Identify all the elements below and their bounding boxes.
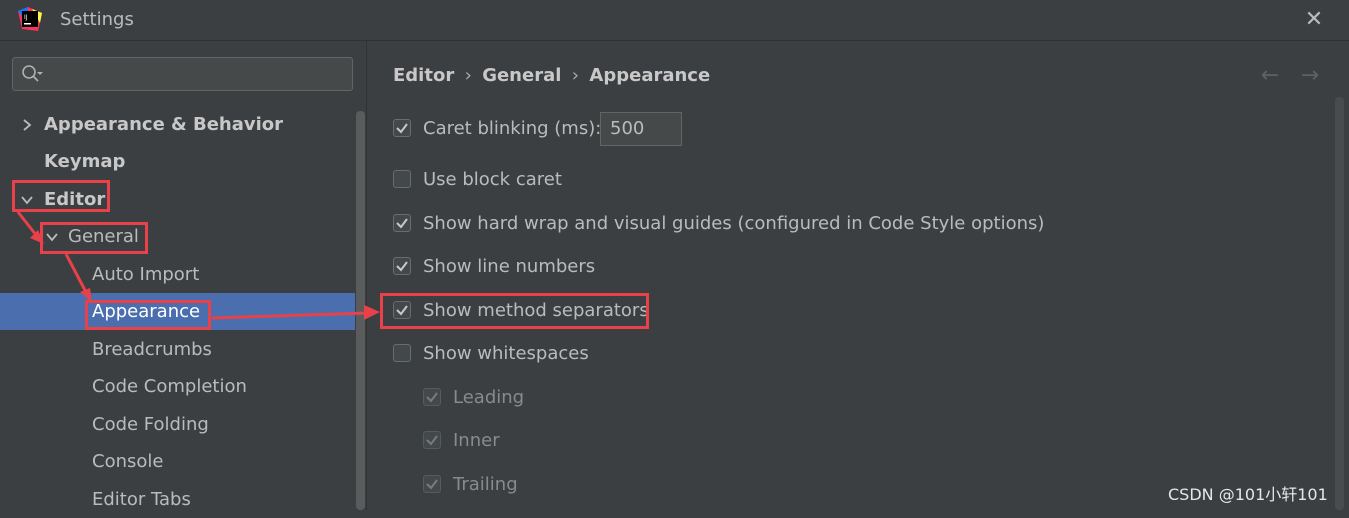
settings-content: Editor › General › Appearance ← → Caret blin… <box>367 41 1349 510</box>
line-numbers-checkbox[interactable] <box>393 257 411 275</box>
breadcrumb-separator: › <box>464 65 472 86</box>
checkmark-icon <box>426 479 438 490</box>
settings-sidebar: Appearance & Behavior Keymap Editor Gene… <box>0 41 367 510</box>
whitespaces-checkbox[interactable] <box>393 344 411 362</box>
breadcrumb-appearance: Appearance <box>589 65 711 86</box>
tree-item-label: Editor Tabs <box>92 489 191 510</box>
caret-blinking-ms-input[interactable]: 500 <box>600 112 682 146</box>
inner-checkbox[interactable] <box>423 431 441 449</box>
annotation-box-method-separators <box>380 293 649 329</box>
checkmark-icon <box>396 123 408 134</box>
tree-item-label: Breadcrumbs <box>92 339 212 360</box>
annotation-box-general <box>40 222 148 254</box>
tree-item-appearance-behavior[interactable]: Appearance & Behavior <box>0 106 355 143</box>
leading-label: Leading <box>453 387 525 408</box>
leading-checkbox[interactable] <box>423 388 441 406</box>
trailing-checkbox[interactable] <box>423 475 441 493</box>
block-caret-checkbox[interactable] <box>393 170 411 188</box>
hard-wrap-label: Show hard wrap and visual guides (config… <box>423 213 1045 234</box>
tree-item-label: Console <box>92 451 164 472</box>
content-scrollbar[interactable] <box>1335 97 1344 510</box>
breadcrumb-general[interactable]: General <box>482 65 561 86</box>
search-icon[interactable] <box>21 64 43 84</box>
inner-label: Inner <box>453 430 500 451</box>
tree-item-code-completion[interactable]: Code Completion <box>0 368 355 405</box>
window-title: Settings <box>60 9 134 30</box>
search-box[interactable] <box>12 57 353 91</box>
annotation-box-appearance <box>85 300 211 330</box>
title-bar: IJ Settings ✕ <box>0 0 1349 41</box>
tree-item-console[interactable]: Console <box>0 443 355 480</box>
tree-item-editor-tabs[interactable]: Editor Tabs <box>0 481 355 518</box>
line-numbers-label: Show line numbers <box>423 256 596 277</box>
checkmark-icon <box>396 261 408 272</box>
tree-item-label: Keymap <box>44 151 126 172</box>
watermark: CSDN @101小轩101 <box>1168 485 1328 504</box>
tree-item-keymap[interactable]: Keymap <box>0 143 355 180</box>
breadcrumb-editor[interactable]: Editor <box>393 65 454 86</box>
forward-arrow-icon[interactable]: → <box>1297 63 1323 89</box>
checkmark-icon <box>426 435 438 446</box>
svg-text:IJ: IJ <box>24 14 28 21</box>
annotation-box-editor <box>12 180 110 212</box>
tree-item-label: Appearance & Behavior <box>44 114 284 135</box>
caret-blinking-checkbox[interactable] <box>393 119 411 137</box>
tree-item-breadcrumbs[interactable]: Breadcrumbs <box>0 331 355 368</box>
breadcrumb: Editor › General › Appearance <box>393 65 710 86</box>
tree-item-label: Code Folding <box>92 414 209 435</box>
tree-item-label: Code Completion <box>92 376 247 397</box>
chevron-right-icon[interactable] <box>20 118 34 132</box>
close-button[interactable]: ✕ <box>1300 6 1328 34</box>
whitespaces-label: Show whitespaces <box>423 343 589 364</box>
tree-item-code-folding[interactable]: Code Folding <box>0 406 355 443</box>
back-arrow-icon[interactable]: ← <box>1257 63 1283 89</box>
breadcrumb-separator: › <box>571 65 579 86</box>
sidebar-scrollbar-thumb[interactable] <box>356 111 365 510</box>
search-input[interactable] <box>49 62 349 88</box>
trailing-label: Trailing <box>453 474 518 495</box>
checkmark-icon <box>396 218 408 229</box>
checkmark-icon <box>426 392 438 403</box>
tree-item-auto-import[interactable]: Auto Import <box>0 256 355 293</box>
intellij-logo-icon: IJ <box>18 7 42 31</box>
caret-blinking-label: Caret blinking (ms): <box>423 118 602 139</box>
tree-item-label: Auto Import <box>92 264 200 285</box>
hard-wrap-checkbox[interactable] <box>393 214 411 232</box>
block-caret-label: Use block caret <box>423 169 562 190</box>
